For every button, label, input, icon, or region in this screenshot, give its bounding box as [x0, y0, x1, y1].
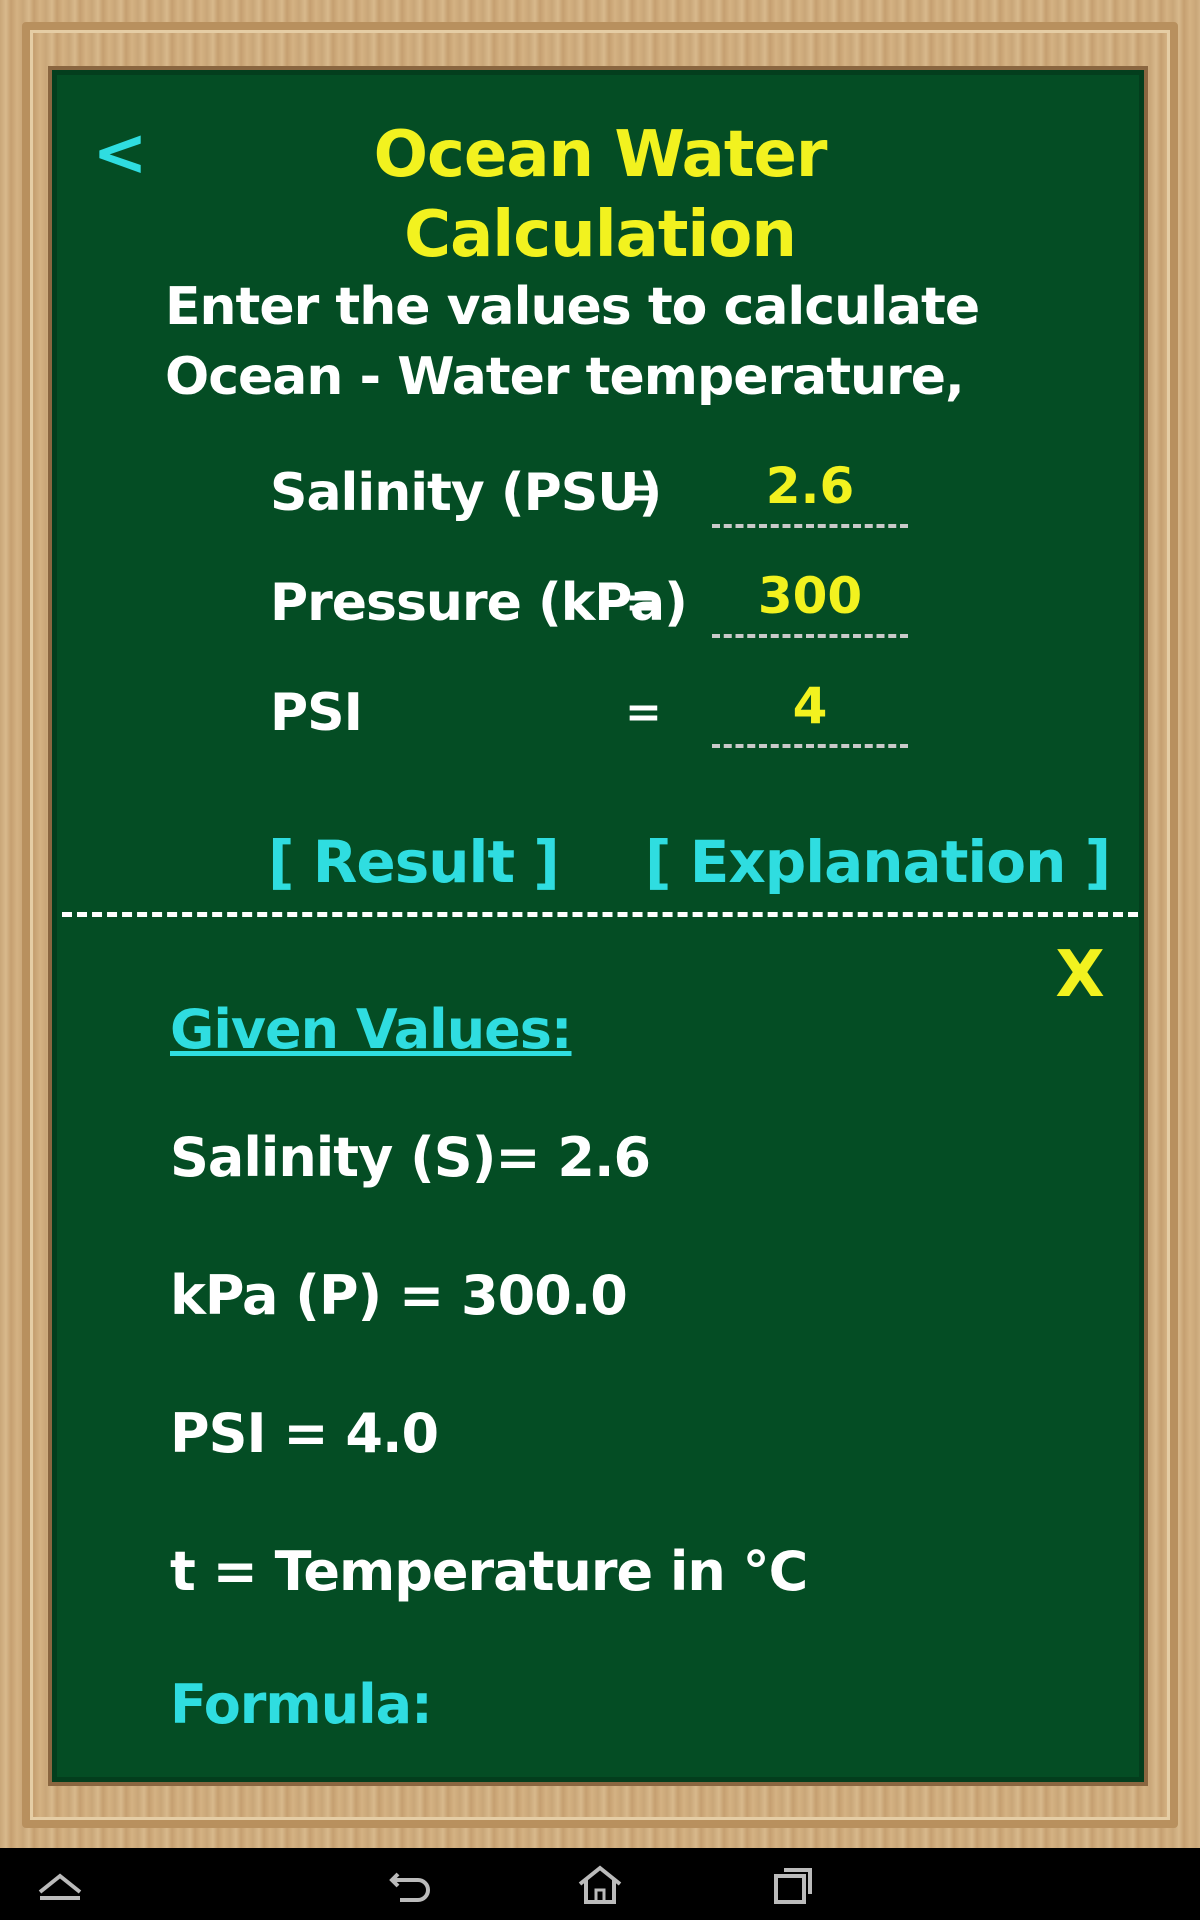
close-button[interactable]: X [1050, 935, 1110, 1015]
recent-apps-icon[interactable] [762, 1862, 822, 1906]
given-temperature: t = Temperature in °C [170, 1540, 808, 1603]
intro-text: Enter the values to calculate Ocean - Wa… [165, 277, 980, 407]
psi-label: PSI [270, 683, 363, 743]
given-salinity: Salinity (S)= 2.6 [170, 1126, 651, 1189]
page-title: Ocean Water Calculation [373, 118, 828, 272]
psi-input[interactable]: 4 [712, 678, 908, 748]
equals-sign: = [625, 467, 662, 518]
salinity-row: Salinity (PSU) = 2.6 [270, 458, 970, 528]
home-icon[interactable] [570, 1862, 630, 1906]
given-values-title: Given Values: [170, 998, 572, 1061]
pressure-row: Pressure (kPa) = 300 [270, 568, 970, 638]
formula-title: Formula: [170, 1673, 433, 1725]
system-nav-bar [0, 1848, 1200, 1920]
result-panel[interactable]: Given Values: Salinity (S)= 2.6 kPa (P) … [52, 920, 1144, 1725]
equals-sign: = [625, 577, 662, 628]
salinity-input[interactable]: 2.6 [712, 458, 908, 528]
salinity-label: Salinity (PSU) [270, 463, 662, 523]
back-icon[interactable] [380, 1862, 440, 1906]
back-button[interactable]: < [90, 118, 150, 188]
pressure-input[interactable]: 300 [712, 568, 908, 638]
up-chevron-icon[interactable] [30, 1862, 90, 1906]
result-button[interactable]: [ Result ] [268, 822, 560, 902]
explanation-button[interactable]: [ Explanation ] [645, 822, 1111, 902]
equals-sign: = [625, 687, 662, 738]
given-pressure: kPa (P) = 300.0 [170, 1264, 628, 1327]
divider [62, 912, 1138, 917]
psi-row: PSI = 4 [270, 678, 970, 748]
given-psi: PSI = 4.0 [170, 1402, 439, 1465]
